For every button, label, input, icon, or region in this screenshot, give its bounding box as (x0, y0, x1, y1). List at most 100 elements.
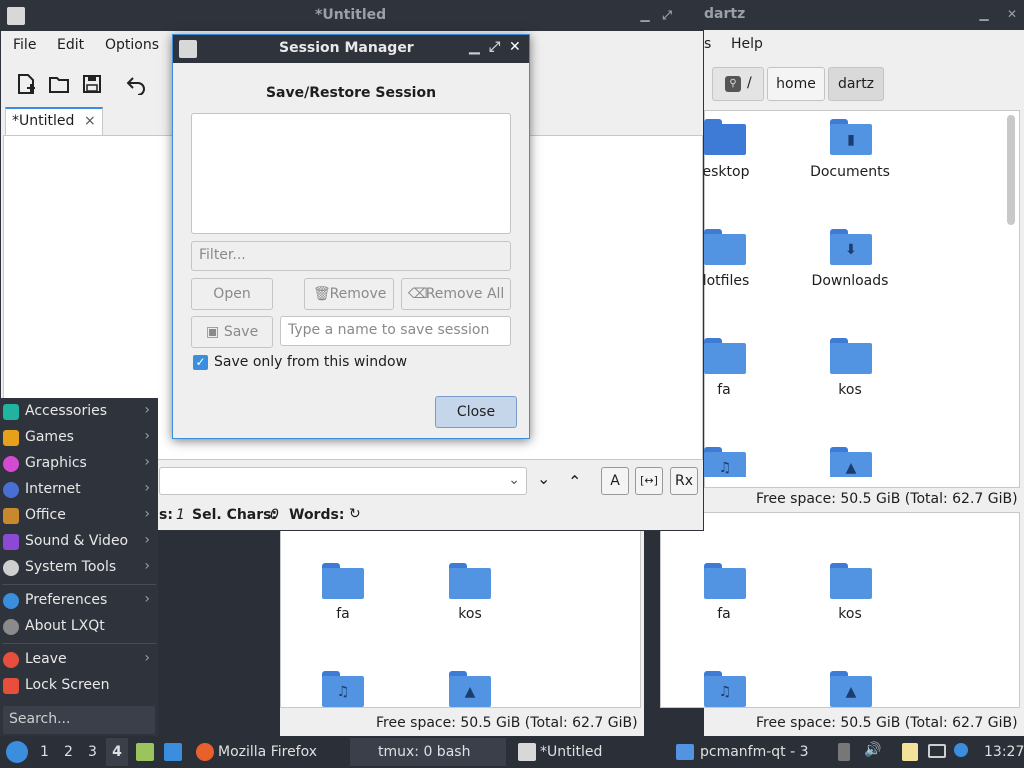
lxqt-logo-icon[interactable] (6, 741, 28, 763)
open-folder-icon[interactable] (48, 73, 70, 95)
open-button[interactable]: Open (191, 278, 273, 310)
folder-icon[interactable] (704, 338, 746, 374)
save-button[interactable]: ▣ Save (191, 316, 273, 348)
start-menu: Accessories › Games › Graphics › Internet › … (0, 398, 158, 736)
close-icon[interactable]: ✕ (509, 39, 521, 55)
folder-icon[interactable]: ▮ (830, 119, 872, 155)
pictures-folder-icon[interactable]: ▲ (830, 671, 872, 707)
regex-icon[interactable]: Rx (670, 467, 698, 495)
folder-icon[interactable] (704, 563, 746, 599)
desktop-1[interactable]: 1 (40, 738, 49, 766)
folder-label-fa[interactable]: fa (283, 606, 403, 622)
menu-item-graphics[interactable]: Graphics › (0, 451, 158, 477)
find-previous-icon[interactable]: ⌃ (568, 472, 581, 491)
menu-item-internet[interactable]: Internet › (0, 477, 158, 503)
folder-label-documents[interactable]: Documents (790, 164, 910, 180)
task-featherpad[interactable]: *Untitled (514, 738, 664, 766)
lock-icon (3, 678, 19, 694)
menu-item-about[interactable]: About LXQt (0, 614, 158, 640)
session-name-input[interactable]: Type a name to save session (280, 316, 511, 346)
system-tools-icon (3, 560, 19, 576)
save-window-checkbox[interactable]: ✓ (193, 355, 208, 370)
remove-button[interactable]: 🗑 Remove (304, 278, 394, 310)
maximize-icon[interactable]: ⤢ (489, 39, 500, 55)
fm-menu-fragment[interactable]: s (704, 36, 711, 52)
desktop-2[interactable]: 2 (64, 738, 73, 766)
pictures-folder-icon[interactable]: ▲ (449, 671, 491, 707)
filter-input[interactable]: Filter... (191, 241, 511, 271)
folder-icon[interactable] (449, 563, 491, 599)
folder-icon[interactable] (830, 338, 872, 374)
menu-item-system-tools[interactable]: System Tools › (0, 555, 158, 581)
menu-options[interactable]: Options (105, 37, 159, 53)
fm-title: dartz (704, 6, 746, 22)
folder-icon[interactable] (704, 119, 746, 155)
notification-icon[interactable] (954, 743, 968, 757)
show-desktop-icon[interactable] (164, 743, 182, 761)
volume-icon[interactable]: 🔊 (864, 742, 881, 758)
minimize-icon[interactable]: ▁ (469, 39, 480, 55)
desktop-3[interactable]: 3 (88, 738, 97, 766)
menu-file[interactable]: File (13, 37, 36, 53)
tab-close-icon[interactable]: × (84, 113, 96, 129)
fp-titlebar[interactable]: *Untitled ▁ ⤢ (1, 1, 703, 31)
folder-icon[interactable] (830, 563, 872, 599)
folder-label-kos[interactable]: kos (410, 606, 530, 622)
menu-item-office[interactable]: Office › (0, 503, 158, 529)
music-folder-icon[interactable]: ♫ (704, 447, 746, 477)
folder-label-downloads[interactable]: Downloads (790, 273, 910, 289)
remove-all-button[interactable]: ⌫ Remove All (401, 278, 511, 310)
pictures-folder-icon[interactable]: ▲ (830, 447, 872, 477)
tab-untitled[interactable]: *Untitled × (5, 107, 103, 135)
menu-edit[interactable]: Edit (57, 37, 84, 53)
refresh-icon[interactable]: ↻ (349, 506, 361, 522)
menu-item-leave[interactable]: Leave › (0, 647, 158, 673)
maximize-icon[interactable]: ⤢ (659, 7, 675, 23)
folder-label-fa[interactable]: fa (664, 606, 784, 622)
folder-icon[interactable] (322, 563, 364, 599)
fm-menu-help[interactable]: Help (731, 36, 763, 52)
menu-item-games[interactable]: Games › (0, 425, 158, 451)
match-case-icon[interactable]: A (601, 467, 629, 495)
fm-titlebar[interactable]: dartz ▁ ✕ (704, 0, 1024, 30)
music-folder-icon[interactable]: ♫ (322, 671, 364, 707)
new-file-icon[interactable] (15, 73, 37, 95)
session-list[interactable] (191, 113, 511, 234)
close-icon[interactable]: ✕ (1004, 6, 1020, 22)
notes-icon[interactable] (902, 743, 918, 761)
scrollbar[interactable] (1007, 115, 1015, 225)
save-icon[interactable] (81, 73, 103, 95)
menu-item-preferences[interactable]: Preferences › (0, 588, 158, 614)
folder-icon[interactable] (704, 229, 746, 265)
folder-label-kos[interactable]: kos (790, 606, 910, 622)
menu-item-accessories[interactable]: Accessories › (0, 399, 158, 425)
menu-item-sound-video[interactable]: Sound & Video › (0, 529, 158, 555)
lines-label: s: (159, 507, 173, 523)
find-next-icon[interactable]: ⌄ (537, 469, 550, 488)
dialog-titlebar[interactable]: Session Manager ▁ ⤢ ✕ (173, 35, 529, 63)
fp-title: *Untitled (315, 7, 387, 23)
minimize-icon[interactable]: ▁ (976, 6, 992, 22)
folder-icon[interactable]: ⬇ (830, 229, 872, 265)
task-firefox[interactable]: Mozilla Firefox (194, 738, 342, 766)
clipboard-icon[interactable] (838, 743, 850, 761)
task-tmux[interactable]: tmux: 0 bash (350, 738, 506, 766)
whole-word-icon[interactable]: [↔] (635, 467, 663, 495)
network-icon[interactable] (928, 744, 946, 758)
path-home-button[interactable]: home (767, 67, 825, 101)
minimize-icon[interactable]: ▁ (637, 7, 653, 23)
menu-item-lock-screen[interactable]: Lock Screen (0, 673, 158, 699)
music-folder-icon[interactable]: ♫ (704, 671, 746, 707)
menu-search-input[interactable]: Search... (3, 706, 155, 734)
chevron-down-icon[interactable]: ⌄ (508, 472, 520, 488)
desktop-4[interactable]: 4 (106, 738, 128, 766)
task-pcmanfm[interactable]: pcmanfm-qt - 3 ... (674, 738, 824, 766)
file-manager-launcher-icon[interactable] (136, 743, 154, 761)
path-dartz-button[interactable]: dartz (828, 67, 884, 101)
undo-icon[interactable] (125, 73, 147, 95)
path-root-button[interactable]: ⚲ / (712, 67, 764, 101)
find-input[interactable]: ⌄ (159, 467, 527, 495)
folder-label-kos[interactable]: kos (790, 382, 910, 398)
close-button[interactable]: Close (435, 396, 517, 428)
clock[interactable]: 13:27 (984, 738, 1024, 766)
